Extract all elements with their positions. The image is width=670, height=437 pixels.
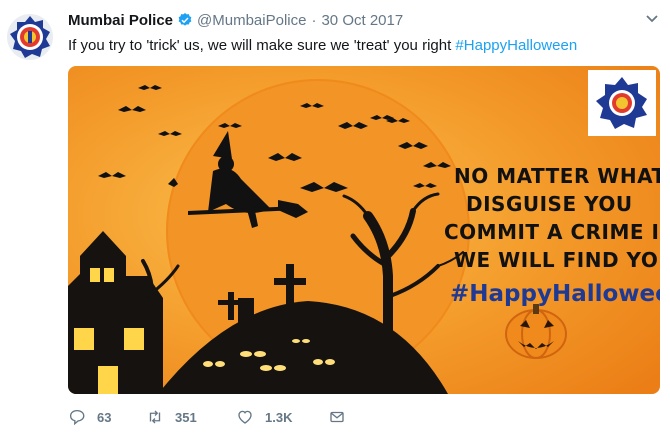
tweet-image[interactable]: NO MATTER WHAT DISGUISE YOU COMMIT A CRI…: [68, 66, 660, 394]
tweet-actions: 63 351 1.3K: [68, 408, 357, 426]
reply-count: 63: [97, 409, 112, 425]
tweet-body: If you try to 'trick' us, we will make s…: [68, 37, 456, 54]
chevron-down-icon[interactable]: [644, 10, 660, 26]
reply-button[interactable]: 63: [68, 408, 146, 426]
overlay-line-1: NO MATTER WHAT: [454, 164, 660, 188]
author-name[interactable]: Mumbai Police: [68, 12, 173, 29]
tweet-header: Mumbai Police @MumbaiPolice · 30 Oct 201…: [68, 10, 630, 30]
tweet-text: If you try to 'trick' us, we will make s…: [68, 36, 577, 56]
verified-badge-icon: [178, 13, 192, 26]
halloween-illustration: NO MATTER WHAT DISGUISE YOU COMMIT A CRI…: [68, 66, 660, 394]
hashtag-link[interactable]: #HappyHalloween: [455, 37, 577, 54]
mumbai-police-emblem-icon: [10, 16, 50, 58]
overlay-line-3: COMMIT A CRIME IN,: [444, 220, 660, 244]
overlay-hashtag: #HappyHalloween: [450, 281, 660, 307]
tweet-date[interactable]: 30 Oct 2017: [321, 12, 403, 29]
retweet-count: 351: [175, 409, 197, 425]
avatar[interactable]: [7, 14, 53, 60]
envelope-icon: [330, 411, 344, 423]
retweet-button[interactable]: 351: [146, 408, 236, 426]
heart-icon: [238, 410, 252, 424]
separator-dot: ·: [311, 11, 317, 29]
retweet-icon: [149, 410, 161, 424]
like-count: 1.3K: [265, 409, 293, 425]
author-handle[interactable]: @MumbaiPolice: [197, 12, 306, 29]
overlay-line-2: DISGUISE YOU: [466, 192, 633, 216]
overlay-line-4: WE WILL FIND YOU: [454, 248, 660, 272]
like-button[interactable]: 1.3K: [236, 408, 328, 426]
reply-icon: [69, 409, 85, 426]
message-button[interactable]: [328, 408, 357, 426]
